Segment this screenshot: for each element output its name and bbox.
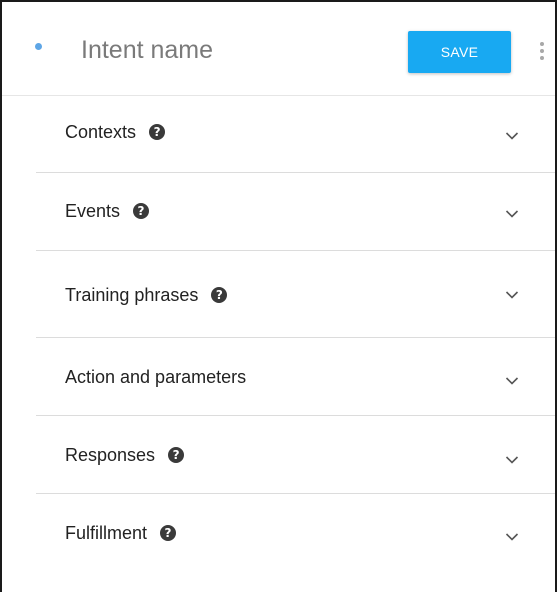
save-button[interactable]: SAVE	[408, 31, 511, 73]
section-title: Training phrases	[65, 285, 199, 305]
help-icon[interactable]: ?	[211, 287, 228, 303]
intent-editor-panel: SAVE Contexts? Events? Training phrases?	[0, 0, 557, 592]
chevron-down-icon[interactable]	[505, 129, 519, 143]
more-dot	[540, 49, 544, 53]
chevron-down-icon[interactable]	[505, 530, 519, 544]
section-title: Action and parameters	[65, 367, 247, 387]
section-title: Contexts	[65, 122, 137, 142]
help-icon[interactable]: ?	[149, 124, 166, 140]
intent-name-input[interactable]	[81, 32, 381, 68]
section-label-fulfillment: Fulfillment?	[65, 523, 177, 544]
section-events[interactable]: Events?	[36, 172, 555, 251]
section-action-and-parameters[interactable]: Action and parameters	[36, 337, 555, 416]
help-icon[interactable]: ?	[160, 525, 177, 541]
section-responses[interactable]: Responses?	[36, 415, 555, 494]
section-label-action-and-parameters: Action and parameters	[65, 367, 246, 388]
more-vert-icon[interactable]	[534, 39, 550, 63]
section-title: Responses	[65, 445, 156, 465]
help-icon[interactable]: ?	[133, 203, 150, 219]
help-icon[interactable]: ?	[168, 447, 185, 463]
section-fulfillment[interactable]: Fulfillment?	[36, 493, 555, 581]
intent-header: SAVE	[2, 2, 555, 96]
chevron-down-icon[interactable]	[505, 453, 519, 467]
chevron-down-icon[interactable]	[505, 374, 519, 388]
section-title: Fulfillment	[65, 523, 148, 543]
chevron-down-icon[interactable]	[505, 288, 519, 302]
section-contexts[interactable]: Contexts?	[36, 95, 555, 173]
status-dot	[35, 43, 42, 50]
more-dot	[540, 42, 544, 46]
section-training-phrases[interactable]: Training phrases?	[36, 250, 555, 338]
chevron-down-icon[interactable]	[505, 207, 519, 221]
section-title: Events	[65, 201, 121, 221]
section-label-events: Events?	[65, 201, 150, 222]
section-label-responses: Responses?	[65, 445, 185, 466]
more-dot	[540, 56, 544, 60]
section-label-contexts: Contexts?	[65, 122, 166, 143]
section-label-training-phrases: Training phrases?	[65, 285, 228, 306]
